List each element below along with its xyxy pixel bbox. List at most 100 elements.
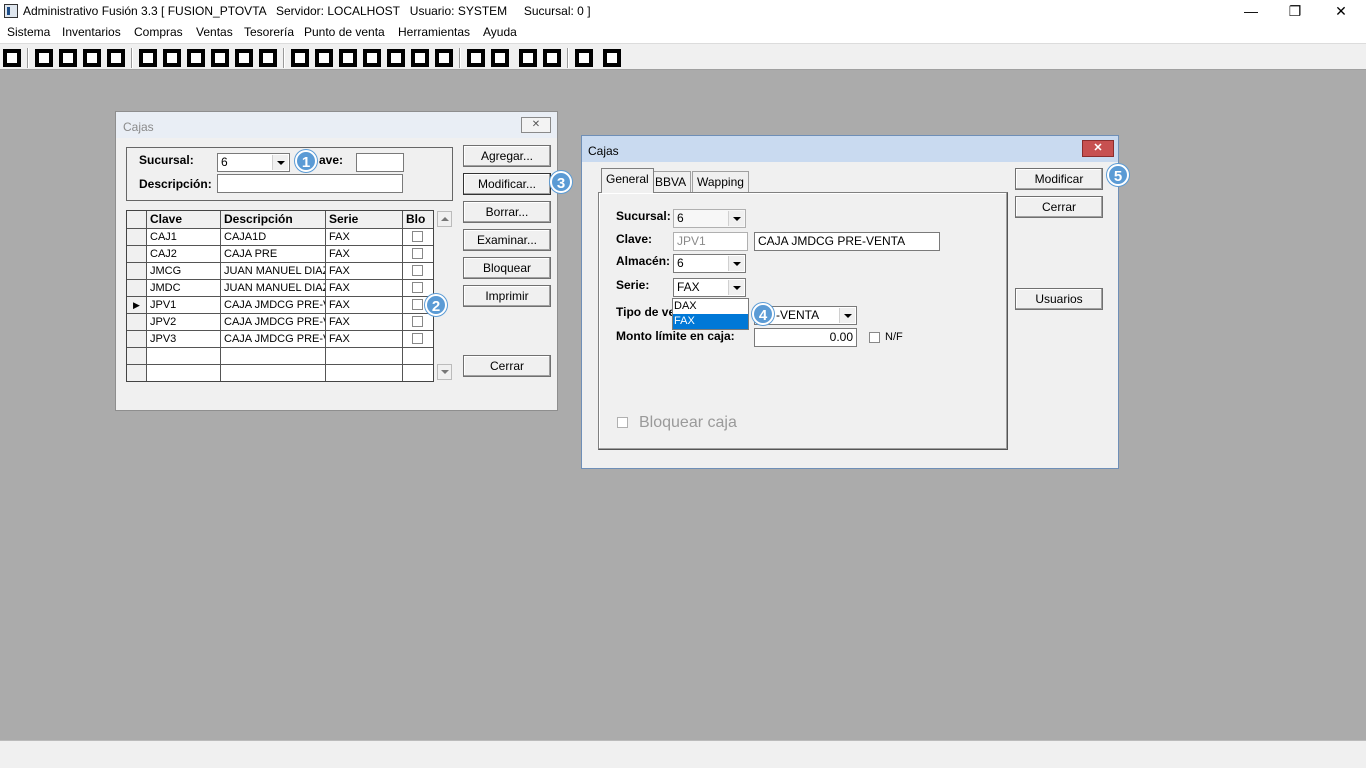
menu-herramientas[interactable]: Herramientas [398, 25, 470, 39]
scroll-down-button[interactable] [437, 364, 452, 380]
binoculars-icon[interactable] [291, 49, 309, 67]
bloqueada-checkbox[interactable] [412, 231, 423, 242]
bloqueada-checkbox[interactable] [412, 316, 423, 327]
menu-tesoreria[interactable]: Tesorería [244, 25, 294, 39]
paste-icon[interactable] [59, 49, 77, 67]
menu-inventarios[interactable]: Inventarios [62, 25, 121, 39]
column-header-clave[interactable]: Clave [147, 211, 221, 229]
row-selector[interactable] [127, 263, 147, 280]
cell-serie[interactable]: FAX [326, 314, 403, 331]
row-selector-current[interactable]: ▶ [127, 297, 147, 314]
add-icon[interactable] [363, 49, 381, 67]
cell-descripcion[interactable]: CAJA1D [221, 229, 326, 246]
cell-clave[interactable]: JPV3 [147, 331, 221, 348]
cell-empty[interactable] [221, 348, 326, 365]
cell-clave[interactable]: CAJ2 [147, 246, 221, 263]
cell-descripcion[interactable]: JUAN MANUEL DIAZ [221, 263, 326, 280]
cell-serie[interactable]: FAX [326, 263, 403, 280]
print-icon[interactable] [211, 49, 229, 67]
cell-serie[interactable]: FAX [326, 280, 403, 297]
monto-input[interactable]: 0.00 [754, 328, 857, 347]
menu-ayuda[interactable]: Ayuda [483, 25, 517, 39]
row-selector[interactable] [127, 280, 147, 297]
cell-serie[interactable]: FAX [326, 229, 403, 246]
home-icon[interactable] [467, 49, 485, 67]
cell-serie[interactable]: FAX [326, 331, 403, 348]
print-preview-icon[interactable] [187, 49, 205, 67]
undo-icon[interactable] [543, 49, 561, 67]
export-icon[interactable] [339, 49, 357, 67]
serie-option[interactable]: DAX [673, 299, 748, 314]
cerrar-button[interactable]: Cerrar [463, 355, 551, 377]
usuarios-button[interactable]: Usuarios [1015, 288, 1103, 310]
tab-bbva[interactable]: BBVA [650, 171, 692, 193]
swap-icon[interactable] [83, 49, 101, 67]
column-header-serie[interactable]: Serie [326, 211, 403, 229]
refresh-icon[interactable] [519, 49, 537, 67]
cell-empty[interactable] [403, 365, 433, 381]
clave-description-input[interactable]: CAJA JMDCG PRE-VENTA [754, 232, 940, 251]
bloqueada-checkbox[interactable] [412, 333, 423, 344]
menu-sistema[interactable]: Sistema [7, 25, 50, 39]
cell-clave[interactable]: JMDC [147, 280, 221, 297]
nf-checkbox[interactable] [869, 332, 880, 343]
tab-wapping[interactable]: Wapping [692, 171, 749, 193]
cell-clave[interactable]: JMCG [147, 263, 221, 280]
sucursal-select[interactable]: 6 [217, 153, 290, 172]
chevron-down-icon[interactable] [839, 308, 855, 323]
row-selector[interactable] [127, 331, 147, 348]
descripcion-input[interactable] [217, 174, 403, 193]
column-header-descripcion[interactable]: Descripción [221, 211, 326, 229]
copy-icon[interactable] [35, 49, 53, 67]
document-icon[interactable] [235, 49, 253, 67]
examinar-button[interactable]: Examinar... [463, 229, 551, 251]
cajas-grid[interactable]: Clave Descripción Serie Blo CAJ1 CAJA1D … [126, 210, 434, 382]
zoom-icon[interactable] [107, 49, 125, 67]
column-header-bloqueada[interactable]: Blo [403, 211, 433, 229]
back-icon[interactable] [575, 49, 593, 67]
cell-descripcion[interactable]: CAJA JMDCG PRE-VENTA [221, 314, 326, 331]
cell-empty[interactable] [326, 365, 403, 381]
row-selector[interactable] [127, 314, 147, 331]
bloqueada-checkbox[interactable] [412, 265, 423, 276]
borrar-button[interactable]: Borrar... [463, 201, 551, 223]
chevron-down-icon[interactable] [728, 280, 744, 295]
calculator-icon[interactable] [3, 49, 21, 67]
cell-descripcion[interactable]: CAJA PRE [221, 246, 326, 263]
cell-descripcion[interactable]: CAJA JMDCG PRE-VENTA [221, 297, 326, 314]
cell-descripcion[interactable]: CAJA JMDCG PRE-VENTA [221, 331, 326, 348]
list-icon[interactable] [259, 49, 277, 67]
agregar-button[interactable]: Agregar... [463, 145, 551, 167]
chevron-down-icon[interactable] [728, 256, 744, 271]
cell-clave[interactable]: JPV2 [147, 314, 221, 331]
row-selector[interactable] [127, 365, 147, 381]
cerrar-button[interactable]: Cerrar [1015, 196, 1103, 218]
cell-clave[interactable]: CAJ1 [147, 229, 221, 246]
bloqueada-checkbox[interactable] [412, 299, 423, 310]
cajas-list-close-button[interactable]: ✕ [521, 117, 551, 133]
report-icon[interactable] [411, 49, 429, 67]
cell-descripcion[interactable]: JUAN MANUEL DIAZ [221, 280, 326, 297]
cell-serie[interactable]: FAX [326, 246, 403, 263]
row-selector[interactable] [127, 229, 147, 246]
help-icon[interactable] [603, 49, 621, 67]
cell-empty[interactable] [326, 348, 403, 365]
card-icon[interactable] [315, 49, 333, 67]
modificar-button[interactable]: Modificar... [463, 173, 551, 195]
cell-serie[interactable]: FAX [326, 297, 403, 314]
search-icon[interactable] [491, 49, 509, 67]
cell-empty[interactable] [147, 365, 221, 381]
cell-empty[interactable] [221, 365, 326, 381]
minimize-button[interactable]: — [1228, 0, 1274, 23]
cell-empty[interactable] [147, 348, 221, 365]
almacen-select[interactable]: 6 [673, 254, 746, 273]
doc-list-icon[interactable] [435, 49, 453, 67]
chevron-down-icon[interactable] [272, 155, 288, 170]
menu-ventas[interactable]: Ventas [196, 25, 233, 39]
menu-compras[interactable]: Compras [134, 25, 183, 39]
close-button[interactable]: ✕ [1318, 0, 1364, 23]
row-selector[interactable] [127, 246, 147, 263]
cajas-edit-close-button[interactable]: ✕ [1082, 140, 1114, 157]
bloqueada-checkbox[interactable] [412, 248, 423, 259]
folder-icon[interactable] [163, 49, 181, 67]
